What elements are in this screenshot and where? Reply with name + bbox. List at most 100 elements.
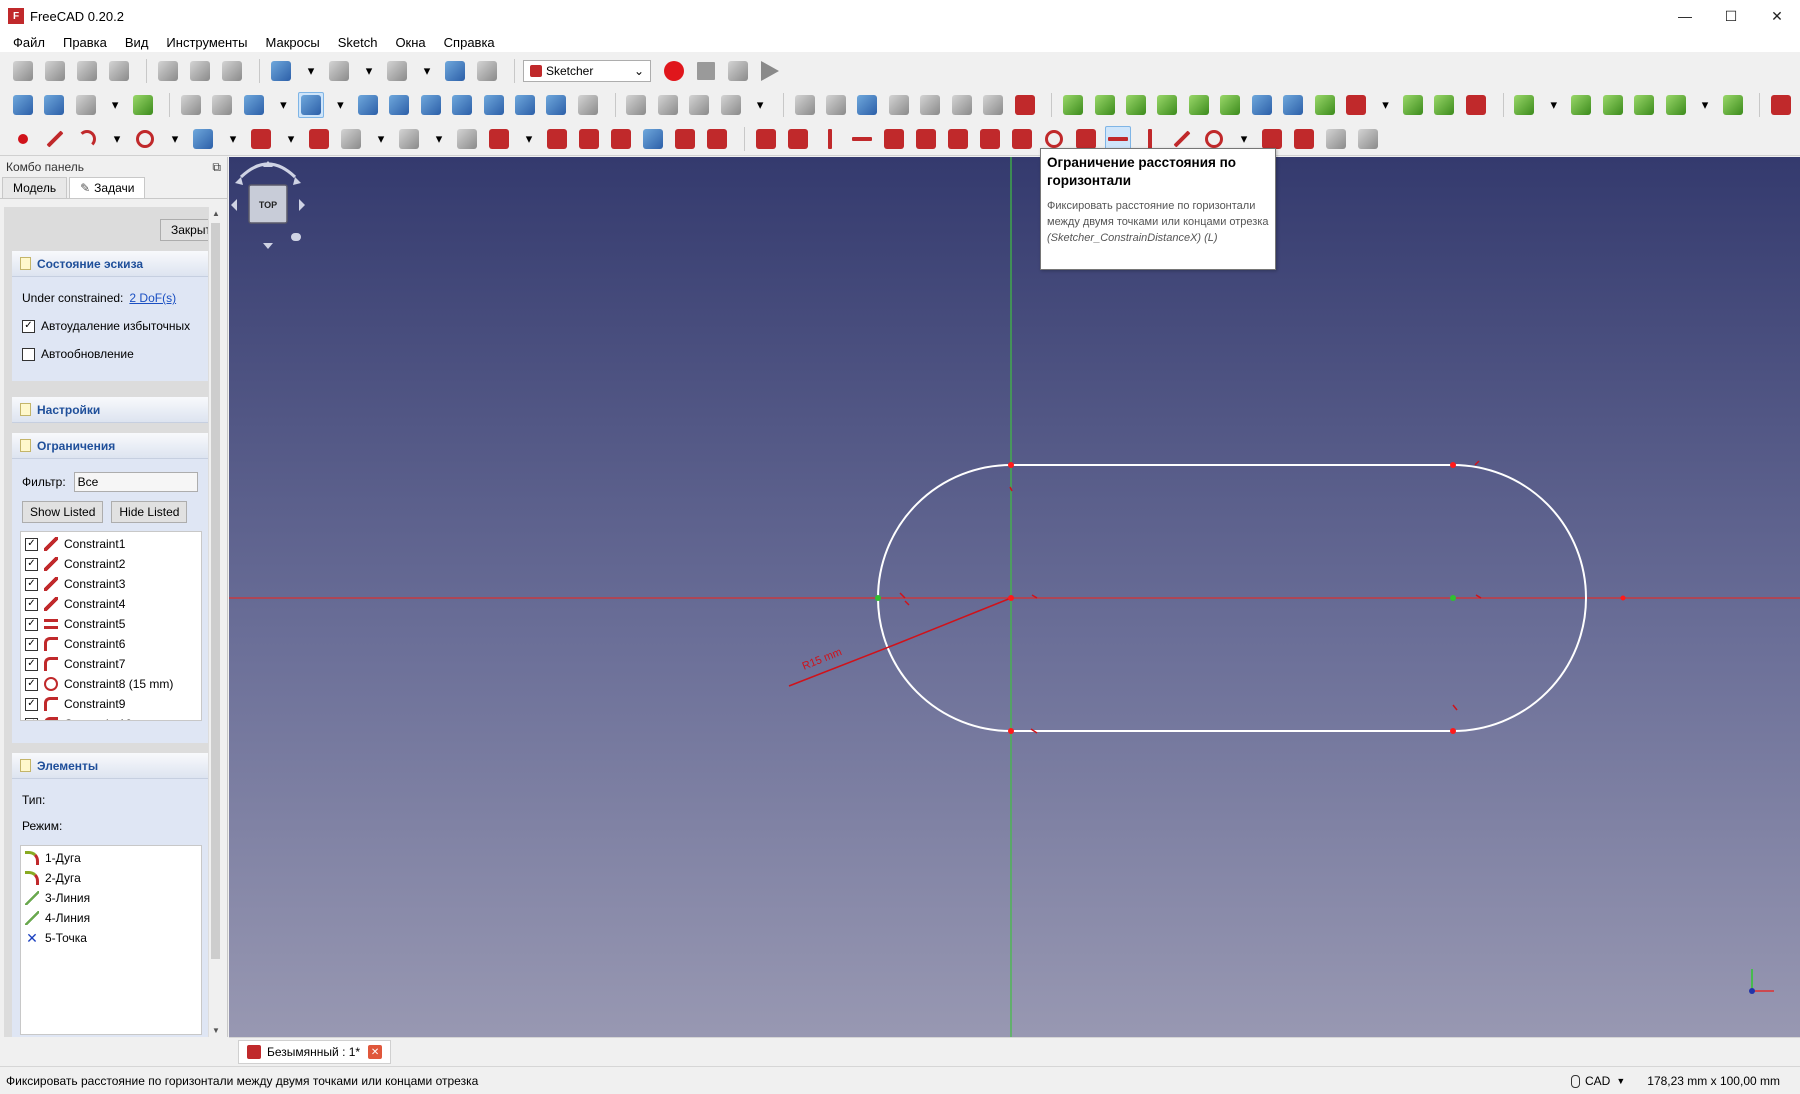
copy-button[interactable]	[187, 58, 213, 84]
menu-sketch[interactable]: Sketch	[329, 35, 387, 50]
item-checkbox[interactable]: ✓	[25, 697, 38, 711]
create-fillet-dropdown[interactable]: ▾	[518, 126, 540, 152]
maximize-button[interactable]: ☐	[1708, 0, 1754, 32]
menu-windows[interactable]: Окна	[386, 35, 434, 50]
delete-all-geometry-button[interactable]	[1463, 92, 1488, 118]
scrollbar-thumb[interactable]	[211, 223, 220, 959]
bspline-degree-button[interactable]	[1569, 92, 1594, 118]
arrow-left-icon[interactable]	[231, 199, 237, 211]
redo-dropdown[interactable]: ▾	[358, 58, 380, 84]
menu-file[interactable]: Файл	[4, 35, 54, 50]
minimize-button[interactable]: —	[1662, 0, 1708, 32]
arrow-right-icon[interactable]	[299, 199, 305, 211]
external-geometry-button[interactable]	[640, 126, 666, 152]
rotate-right-arrow-icon[interactable]	[293, 177, 301, 185]
list-item[interactable]: ✓ Constraint1	[21, 534, 201, 554]
create-polygon-button[interactable]	[396, 126, 422, 152]
view-front-button[interactable]	[387, 92, 412, 118]
constrain-snell-button[interactable]	[1291, 126, 1317, 152]
constrain-vertical-button[interactable]	[817, 126, 843, 152]
back-button[interactable]	[178, 92, 203, 118]
redo-button[interactable]	[326, 58, 352, 84]
show-hide-geometry-button[interactable]	[1280, 92, 1305, 118]
toggle-driving-button[interactable]	[1323, 126, 1349, 152]
show-listed-button[interactable]: Show Listed	[22, 501, 104, 523]
view-left-button[interactable]	[544, 92, 569, 118]
map-sketch-button[interactable]	[918, 92, 943, 118]
sketch-point[interactable]	[875, 595, 881, 601]
undo-button[interactable]	[268, 58, 294, 84]
navigation-style-select[interactable]: CAD ▼	[1571, 1074, 1625, 1088]
bspline-dropdown[interactable]: ▾	[1543, 92, 1565, 118]
item-checkbox[interactable]: ✓	[25, 577, 38, 591]
close-sketch-button[interactable]: Закрыть	[160, 219, 210, 241]
split-button[interactable]	[608, 126, 634, 152]
extend-button[interactable]	[576, 126, 602, 152]
clone-button[interactable]	[1343, 92, 1368, 118]
constrain-equal-button[interactable]	[977, 126, 1003, 152]
item-checkbox[interactable]: ✓	[25, 657, 38, 671]
bounding-box-button[interactable]	[130, 92, 155, 118]
sketch-point[interactable]	[1450, 595, 1456, 601]
constrain-tangent-button[interactable]	[945, 126, 971, 152]
arrow-down-icon[interactable]	[263, 243, 273, 249]
sync-view-button[interactable]	[241, 92, 266, 118]
cube-menu-icon[interactable]	[291, 233, 301, 241]
new-sketch-button[interactable]	[792, 92, 817, 118]
list-item[interactable]: 2-Дуга	[21, 868, 201, 888]
view-section-button[interactable]	[886, 92, 911, 118]
bspline-button[interactable]	[1512, 92, 1537, 118]
sketch-point[interactable]	[1620, 595, 1626, 601]
create-link-button[interactable]	[686, 92, 711, 118]
open-file-button[interactable]	[42, 58, 68, 84]
refresh-check-button[interactable]	[384, 58, 410, 84]
rotate-left-arrow-icon[interactable]	[235, 177, 243, 185]
macro-run-button[interactable]	[757, 58, 783, 84]
item-checkbox[interactable]: ✓	[25, 537, 38, 551]
sketch-state-header[interactable]: Состояние эскиза	[12, 251, 208, 277]
constrain-symmetric-button[interactable]	[1009, 126, 1035, 152]
constrain-horizontal-button[interactable]	[849, 126, 875, 152]
undo-dropdown[interactable]: ▾	[300, 58, 322, 84]
carbon-copy-button[interactable]	[672, 126, 698, 152]
constrain-point-on-object-button[interactable]	[785, 126, 811, 152]
menu-view[interactable]: Вид	[116, 35, 158, 50]
whats-this-button[interactable]	[474, 58, 500, 84]
item-checkbox[interactable]: ✓	[25, 677, 38, 691]
view-rear-button[interactable]	[481, 92, 506, 118]
construction-mode-button[interactable]	[704, 126, 730, 152]
create-bspline-button[interactable]	[248, 126, 274, 152]
rectangular-array-button[interactable]	[1400, 92, 1425, 118]
float-panel-icon[interactable]: ⧉	[212, 160, 221, 175]
menu-edit[interactable]: Правка	[54, 35, 116, 50]
tab-model[interactable]: Модель	[2, 177, 68, 198]
list-item[interactable]: ✓ Constraint10	[21, 714, 201, 720]
list-item[interactable]: 1-Дуга	[21, 848, 201, 868]
list-item[interactable]: ✓ Constraint2	[21, 554, 201, 574]
list-item[interactable]: ✓ Constraint5	[21, 614, 201, 634]
create-bspline-dropdown[interactable]: ▾	[280, 126, 302, 152]
remove-axes-alignment-button[interactable]	[1432, 92, 1457, 118]
sketch-canvas[interactable]: R15 mm	[229, 157, 1800, 1037]
sketch-point[interactable]	[1450, 462, 1456, 468]
item-checkbox[interactable]: ✓	[25, 637, 38, 651]
create-line-button[interactable]	[42, 126, 68, 152]
select-vertical-axis-button[interactable]	[1155, 92, 1180, 118]
list-item[interactable]: ✓ Constraint8 (15 mm)	[21, 674, 201, 694]
navigation-cube[interactable]: TOP	[229, 157, 307, 249]
menu-macros[interactable]: Макросы	[256, 35, 328, 50]
tab-tasks[interactable]: ✎ Задачи	[69, 177, 146, 198]
sketch-point[interactable]	[1008, 728, 1014, 734]
list-item[interactable]: ✓ Constraint9	[21, 694, 201, 714]
radius-dimension-line[interactable]	[898, 597, 1012, 644]
item-checkbox[interactable]: ✓	[25, 557, 38, 571]
menu-help[interactable]: Справка	[435, 35, 504, 50]
3d-viewport[interactable]: R15 mm TOP	[229, 157, 1800, 1037]
sketch-point[interactable]	[1450, 728, 1456, 734]
select-conflicting-button[interactable]	[1123, 92, 1148, 118]
refresh-check-dropdown[interactable]: ▾	[416, 58, 438, 84]
zoom-dropdown[interactable]: ▾	[330, 92, 352, 118]
list-item[interactable]: ✓ Constraint3	[21, 574, 201, 594]
list-item[interactable]: ✓ Constraint7	[21, 654, 201, 674]
link-actions-button[interactable]	[718, 92, 743, 118]
